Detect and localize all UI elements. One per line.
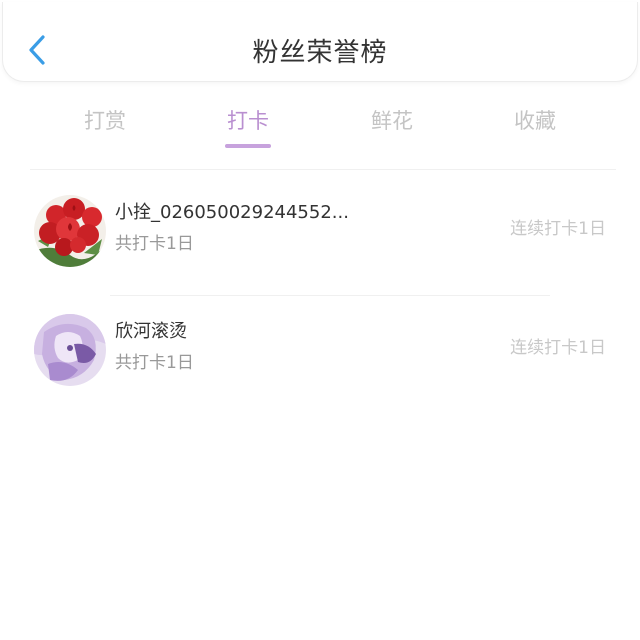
avatar [34, 314, 106, 386]
fan-total-checkins: 共打卡1日 [115, 234, 194, 254]
active-tab-indicator [225, 144, 271, 148]
fan-list-item[interactable]: 小拴_026050029244552... 共打卡1日 连续打卡1日 [0, 195, 640, 275]
tab-bar: 打赏 打卡 鲜花 收藏 [0, 95, 640, 155]
top-bar: 粉丝荣誉榜 [2, 2, 638, 82]
fan-name: 小拴_026050029244552... [115, 202, 349, 223]
fan-total-checkins: 共打卡1日 [115, 353, 194, 373]
tabs-divider [30, 169, 616, 170]
anime-purple-avatar-image [34, 314, 106, 386]
avatar [34, 195, 106, 267]
fan-checkin-streak: 连续打卡1日 [510, 338, 606, 358]
page-title: 粉丝荣誉榜 [252, 38, 388, 68]
tab-checkin[interactable]: 打卡 [188, 95, 308, 155]
row-divider [110, 295, 550, 296]
tab-favorites[interactable]: 收藏 [475, 95, 595, 155]
fan-name: 欣河滚烫 [115, 321, 187, 342]
fan-checkin-streak: 连续打卡1日 [510, 219, 606, 239]
fan-list-item[interactable]: 欣河滚烫 共打卡1日 连续打卡1日 [0, 314, 640, 394]
red-roses-avatar-image [34, 195, 106, 267]
tab-flowers[interactable]: 鲜花 [332, 95, 452, 155]
tab-checkin-label: 打卡 [227, 109, 269, 133]
tab-tip[interactable]: 打赏 [45, 95, 165, 155]
